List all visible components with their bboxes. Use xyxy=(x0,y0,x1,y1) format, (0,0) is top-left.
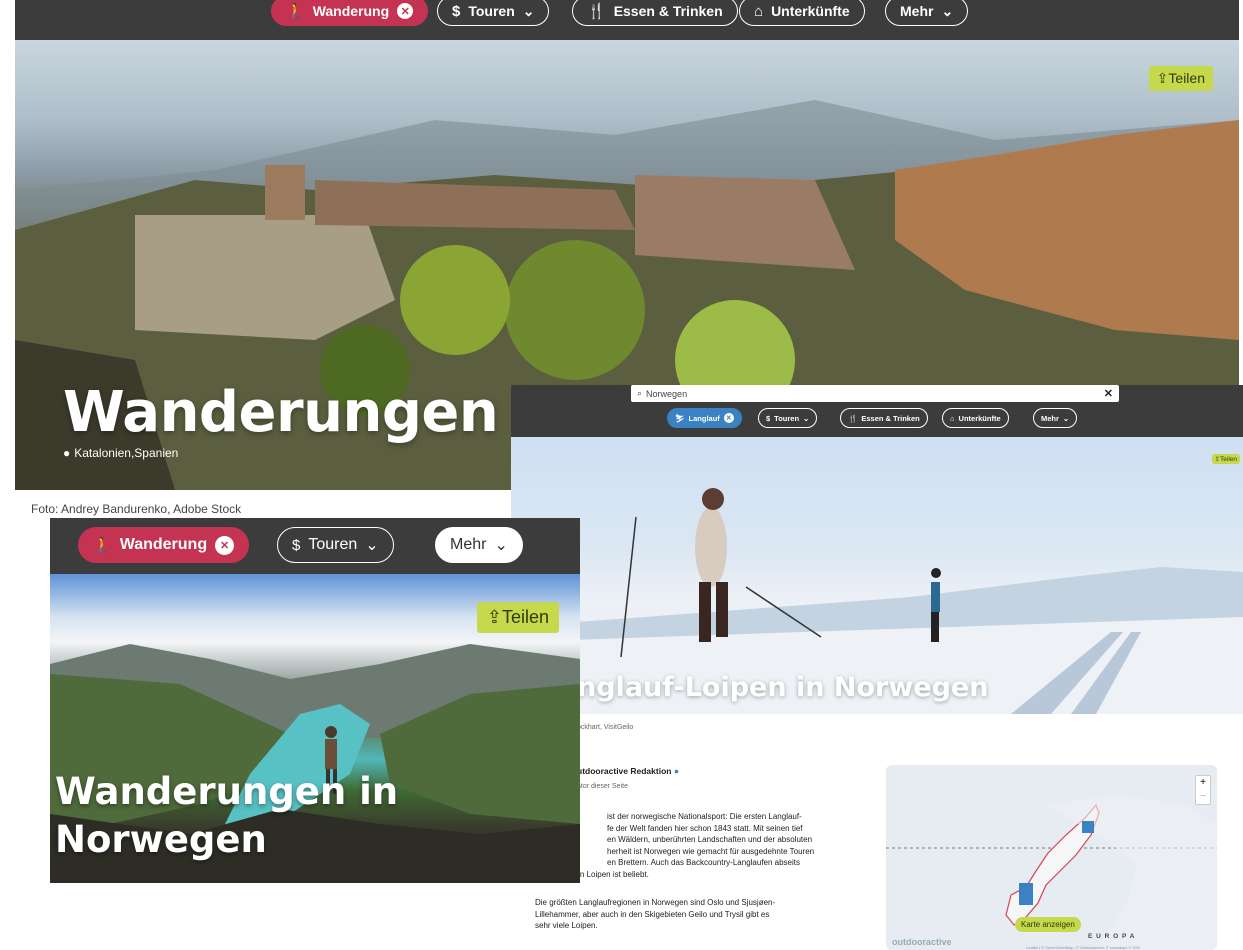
page-title: nglauf-Loipen in Norwegen xyxy=(577,672,989,703)
regions-paragraph: Die größten Langlaufregionen in Norwegen… xyxy=(535,897,875,932)
share-button[interactable]: ⇪Teilen xyxy=(1148,66,1213,91)
food-drink-link[interactable]: 🍴 Essen & Trinken xyxy=(572,0,738,26)
verified-icon: ● xyxy=(673,766,679,776)
intro-line: en Wäldern, unberührten Landschaften und… xyxy=(607,835,813,844)
filter-chip-langlauf[interactable]: ⛷ Langlauf ✕ xyxy=(667,408,742,428)
route-icon: $ xyxy=(292,536,301,554)
filter-chip-label: Wanderung xyxy=(312,3,390,19)
show-map-button[interactable]: Karte anzeigen xyxy=(1015,917,1081,932)
search-field[interactable]: ⌕ Norwegen ✕ xyxy=(631,385,1119,402)
regions-line: Die größten Langlaufregionen in Norwegen… xyxy=(535,898,776,907)
intro-line: ist der norwegische Nationalsport: Die e… xyxy=(607,812,802,821)
more-dropdown[interactable]: Mehr ⌄ xyxy=(1033,408,1078,428)
page-title-line: Wanderungen in xyxy=(55,770,399,813)
tours-dropdown[interactable]: $ Touren ⌄ xyxy=(437,0,550,26)
chevron-down-icon: ⌄ xyxy=(494,537,508,554)
zoom-control: + − xyxy=(1195,775,1211,805)
share-label: Teilen xyxy=(1220,456,1237,463)
zoom-out-button[interactable]: − xyxy=(1196,790,1210,804)
map-attribution[interactable]: Leaflet | © OpenStreetMap, © Outdooracti… xyxy=(1026,945,1140,950)
search-icon: ⌕ xyxy=(637,388,643,398)
page-title-line: Norwegen xyxy=(55,818,267,861)
more-label: Mehr xyxy=(450,536,487,553)
filter-chip-label: Wanderung xyxy=(119,536,208,553)
chevron-down-icon: ⌄ xyxy=(522,2,535,19)
photo-credit: ockhart, VisitGeilo xyxy=(577,724,634,731)
filter-chip-label: Langlauf xyxy=(688,413,720,423)
lodging-link[interactable]: ⌂ Unterkünfte xyxy=(739,0,865,26)
cutlery-icon: 🍴 xyxy=(587,2,606,20)
lodging-link[interactable]: ⌂ Unterkünfte xyxy=(942,408,1009,428)
share-label: Teilen xyxy=(501,607,549,627)
page-title: Wanderungen in Norwegen xyxy=(55,768,398,864)
chevron-down-icon: ⌄ xyxy=(1062,413,1070,423)
hero-image: ⇪Teilen nglauf-Loipen in Norwegen xyxy=(511,437,1243,714)
author-role: ator dieser Seite xyxy=(577,783,628,790)
intro-line: herheit ist Norwegen wie gemacht für aus… xyxy=(607,846,815,856)
filter-chip-wanderung[interactable]: 🚶 Wanderung ✕ xyxy=(271,0,429,26)
tours-label: Touren xyxy=(468,3,515,19)
regions-line: sehr viele Loipen. xyxy=(535,921,598,930)
lodging-label: Unterkünfte xyxy=(771,3,850,19)
category-nav: 🚶 Wanderung ✕ $ Touren ⌄ 🍴 Essen & Trink… xyxy=(15,0,1239,40)
filter-chip-wanderung[interactable]: 🚶 Wanderung ✕ xyxy=(78,527,250,563)
chevron-down-icon: ⌄ xyxy=(365,537,379,554)
location-label: Katalonien,Spanien xyxy=(74,446,179,460)
chevron-down-icon: ⌄ xyxy=(803,413,810,423)
lodging-label: Unterkünfte xyxy=(958,413,1001,423)
cutlery-icon: 🍴 xyxy=(848,413,858,423)
route-icon: $ xyxy=(766,413,771,423)
remove-filter-icon[interactable]: ✕ xyxy=(723,413,734,423)
location-line: ● Katalonien,Spanien xyxy=(63,446,178,460)
overview-map[interactable]: + − Karte anzeigen E U R O P A outdoorac… xyxy=(886,765,1217,950)
tours-dropdown[interactable]: $ Touren ⌄ xyxy=(758,408,818,428)
category-nav: 🚶 Wanderung ✕ $ Touren ⌄ Mehr ⌄ xyxy=(50,518,580,574)
norway-hiking-page: 🚶 Wanderung ✕ $ Touren ⌄ Mehr ⌄ ⇪Teilen xyxy=(50,518,580,883)
more-dropdown[interactable]: Mehr ⌄ xyxy=(885,0,969,26)
share-icon: ⇪ xyxy=(1156,70,1169,86)
share-button[interactable]: ⇪Teilen xyxy=(1211,454,1240,464)
search-input[interactable]: Norwegen xyxy=(646,389,687,399)
intro-paragraph: ist der norwegische Nationalsport: Die e… xyxy=(535,811,877,880)
intro-line: en Brettern. Auch das Backcountry-Langla… xyxy=(607,858,801,867)
zoom-in-button[interactable]: + xyxy=(1196,776,1210,790)
hiker-icon: 🚶 xyxy=(286,2,305,20)
norway-ski-page: ⌕ Norwegen ✕ ⛷ Langlauf ✕ $ Touren ⌄ 🍴 E… xyxy=(511,385,1243,950)
clear-search-icon[interactable]: ✕ xyxy=(1104,387,1113,400)
house-icon: ⌂ xyxy=(754,2,764,20)
food-drink-link[interactable]: 🍴 Essen & Trinken xyxy=(840,408,928,428)
intro-line: fe der Welt fanden hier schon 1843 statt… xyxy=(607,823,803,833)
author-name[interactable]: utdooractive Redaktion xyxy=(577,766,671,776)
author-line: utdooractive Redaktion ● xyxy=(577,766,679,778)
photo-credit: Foto: Andrey Bandurenko, Adobe Stock xyxy=(31,502,242,516)
remove-filter-icon[interactable]: ✕ xyxy=(215,535,235,555)
more-label: Mehr xyxy=(900,3,934,19)
share-button[interactable]: ⇪Teilen xyxy=(476,602,559,633)
map-watermark: outdooractive xyxy=(892,937,952,947)
route-icon: $ xyxy=(452,2,461,20)
map-region-label: E U R O P A xyxy=(1088,933,1136,940)
share-icon: ⇪ xyxy=(486,607,502,627)
tours-label: Touren xyxy=(308,536,358,553)
share-label: Teilen xyxy=(1168,70,1205,86)
tours-label: Touren xyxy=(774,413,800,423)
ski-icon: ⛷ xyxy=(675,413,685,423)
house-icon: ⌂ xyxy=(950,413,955,423)
intro-line: der gespurten Loipen ist beliebt. xyxy=(535,869,649,879)
chevron-down-icon: ⌄ xyxy=(941,2,954,19)
more-label: Mehr xyxy=(1041,413,1059,423)
food-drink-label: Essen & Trinken xyxy=(861,413,920,423)
tours-dropdown[interactable]: $ Touren ⌄ xyxy=(277,527,394,563)
hiker-icon: 🚶 xyxy=(93,536,112,554)
food-drink-label: Essen & Trinken xyxy=(613,3,723,19)
more-dropdown[interactable]: Mehr ⌄ xyxy=(435,527,523,563)
category-nav: ⌕ Norwegen ✕ ⛷ Langlauf ✕ $ Touren ⌄ 🍴 E… xyxy=(511,385,1243,437)
map-pin-icon: ● xyxy=(63,446,71,460)
remove-filter-icon[interactable]: ✕ xyxy=(397,3,414,19)
regions-line: Lillehammer, aber auch in den Skigebiete… xyxy=(535,909,770,919)
